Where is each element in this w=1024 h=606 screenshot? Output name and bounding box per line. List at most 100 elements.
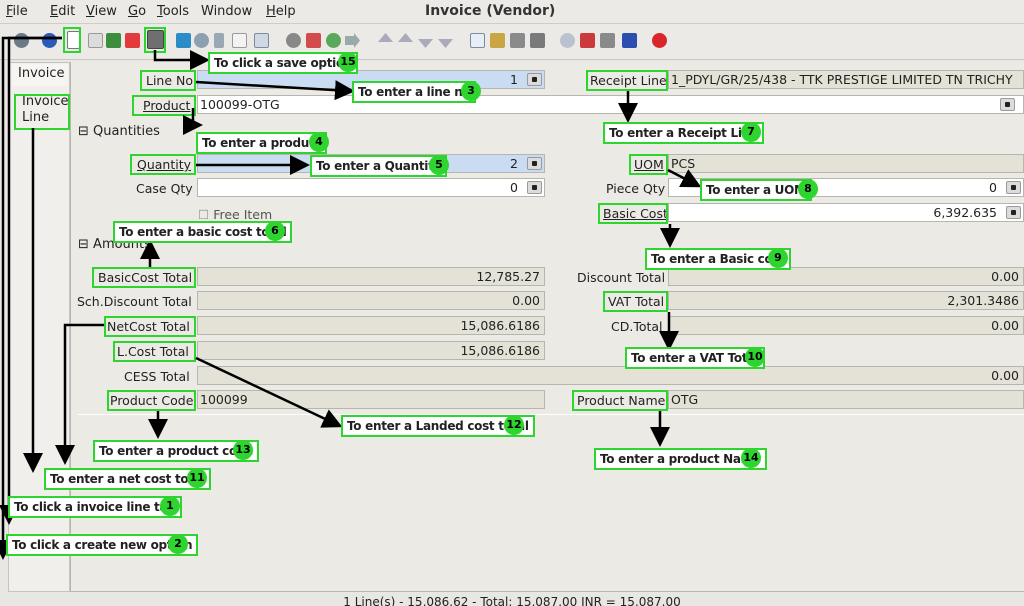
menu-go[interactable]: Go (128, 4, 146, 19)
uom-label: UOM (634, 157, 664, 172)
case-qty-label: Case Qty (136, 181, 193, 196)
field-button-icon[interactable] (527, 157, 542, 170)
field-button-icon[interactable] (1006, 181, 1021, 194)
callout-number: 1 (160, 496, 180, 516)
history-icon[interactable] (286, 33, 301, 48)
callout-number: 10 (745, 347, 765, 367)
save-icon[interactable] (147, 30, 164, 49)
new-record-icon[interactable] (67, 31, 80, 49)
callout-number: 9 (768, 248, 788, 268)
menu-window[interactable]: Window (201, 4, 252, 19)
product-field[interactable]: 100099-OTG (197, 95, 1024, 114)
last-record-icon[interactable] (438, 39, 453, 48)
tab-invoice[interactable]: Invoice (12, 64, 68, 86)
piece-qty-label: Piece Qty (606, 181, 666, 196)
basic-cost-value: 6,392.635 (933, 205, 997, 220)
previous-record-icon[interactable] (398, 33, 413, 42)
first-record-icon[interactable] (378, 33, 393, 42)
netcost-total-label: NetCost Total (107, 319, 190, 334)
workflow-icon[interactable] (580, 33, 595, 48)
menu-help[interactable]: Help (266, 4, 296, 19)
cd-total-label: CD.Total (611, 319, 663, 334)
find-icon[interactable] (194, 33, 209, 48)
case-qty-value: 0 (510, 180, 518, 195)
grid-toggle-icon[interactable] (254, 33, 269, 48)
menu-file[interactable]: File (6, 4, 28, 19)
parent-icon[interactable] (326, 33, 341, 48)
product-name-label: Product Name (577, 393, 666, 408)
product-code-label: Product Code (110, 393, 194, 408)
menu-edit[interactable]: Edit (50, 4, 75, 19)
netcost-total-field[interactable]: 15,086.6186 (197, 316, 545, 335)
field-button-icon[interactable] (1006, 206, 1021, 219)
archive-icon[interactable] (490, 33, 505, 48)
next-record-icon[interactable] (418, 39, 433, 48)
free-item-checkbox[interactable]: ☐ Free Item (198, 207, 272, 222)
basiccost-total-label: BasicCost Total (98, 270, 193, 285)
vat-total-field[interactable]: 2,301.3486 (668, 291, 1024, 310)
delete-selection-icon[interactable] (106, 33, 121, 48)
help-icon[interactable] (42, 33, 57, 48)
delete-icon[interactable] (125, 33, 140, 48)
refresh-icon[interactable] (176, 33, 191, 48)
discount-total-label: Discount Total (577, 270, 666, 285)
cess-total-label: CESS Total (124, 369, 190, 384)
quantities-section[interactable]: ⊟ Quantities (78, 124, 160, 139)
home-icon[interactable] (306, 33, 321, 48)
toolbar (0, 24, 1024, 60)
basiccost-total-field[interactable]: 12,785.27 (197, 267, 545, 286)
field-button-icon[interactable] (527, 73, 542, 86)
callout-invoice-line-tab: To click a invoice line tab (8, 496, 182, 518)
field-button-icon[interactable] (527, 181, 542, 194)
exit-icon[interactable] (652, 33, 667, 48)
vat-total-label: VAT Total (608, 294, 665, 309)
undo-icon[interactable] (14, 33, 29, 48)
callout-number: 15 (338, 52, 358, 72)
callout-quantity: To enter a Quantity (310, 155, 448, 177)
uom-field[interactable]: PCS (668, 154, 1024, 173)
callout-number: 12 (504, 415, 524, 435)
callout-number: 7 (741, 122, 761, 142)
receipt-line-label: Receipt Line (590, 73, 667, 88)
chat-icon[interactable] (232, 33, 247, 48)
callout-number: 2 (168, 534, 188, 554)
cd-total-field[interactable]: 0.00 (668, 316, 1024, 335)
sch-discount-total-label: Sch.Discount Total (77, 294, 192, 309)
report-icon[interactable] (470, 33, 485, 48)
callout-product: To enter a product (196, 132, 328, 154)
callout-uom: To enter a UOM (700, 179, 812, 201)
tab-invoice-line[interactable]: Invoice Line (16, 94, 70, 126)
product-value: 100099-OTG (200, 97, 280, 112)
checkbox-icon: ☐ (198, 207, 210, 222)
lcost-total-field[interactable]: 15,086.6186 (197, 341, 545, 360)
product-label: Product (143, 98, 191, 113)
menu-view[interactable]: View (86, 4, 117, 19)
detail-icon[interactable] (345, 33, 360, 48)
basic-cost-label: Basic Cost (603, 206, 668, 221)
product-lookup-icon[interactable] (1000, 98, 1015, 111)
print-preview-icon[interactable] (510, 33, 525, 48)
callout-line-no: To enter a line no (352, 81, 477, 103)
product-info-icon[interactable] (600, 33, 615, 48)
lcost-total-label: L.Cost Total (117, 344, 189, 359)
menu-bar: File Edit View Go Tools Window Help Invo… (0, 0, 1024, 24)
callout-receipt-line: To enter a Receipt Line (603, 122, 764, 144)
cess-total-field[interactable]: 0.00 (197, 366, 1024, 385)
zoom-across-icon[interactable] (560, 33, 575, 48)
print-icon[interactable] (530, 33, 545, 48)
callout-save-option: To click a save option (208, 52, 359, 74)
copy-record-icon[interactable] (88, 33, 103, 48)
callout-number: 13 (233, 440, 253, 460)
quantity-label: Quantity (137, 157, 192, 172)
product-name-field[interactable]: OTG (668, 390, 1024, 409)
sch-discount-total-field[interactable]: 0.00 (197, 291, 545, 310)
callout-number: 11 (187, 468, 207, 488)
callout-number: 5 (429, 155, 449, 175)
menu-tools[interactable]: Tools (157, 4, 189, 19)
case-qty-field[interactable]: 0 (197, 178, 545, 197)
request-icon[interactable] (622, 33, 637, 48)
basic-cost-field[interactable]: 6,392.635 (668, 203, 1024, 222)
attachment-icon[interactable] (214, 33, 224, 48)
receipt-line-field[interactable]: 1_PDYL/GR/25/438 - TTK PRESTIGE LIMITED … (668, 70, 1024, 89)
product-code-field[interactable]: 100099 (197, 390, 545, 409)
